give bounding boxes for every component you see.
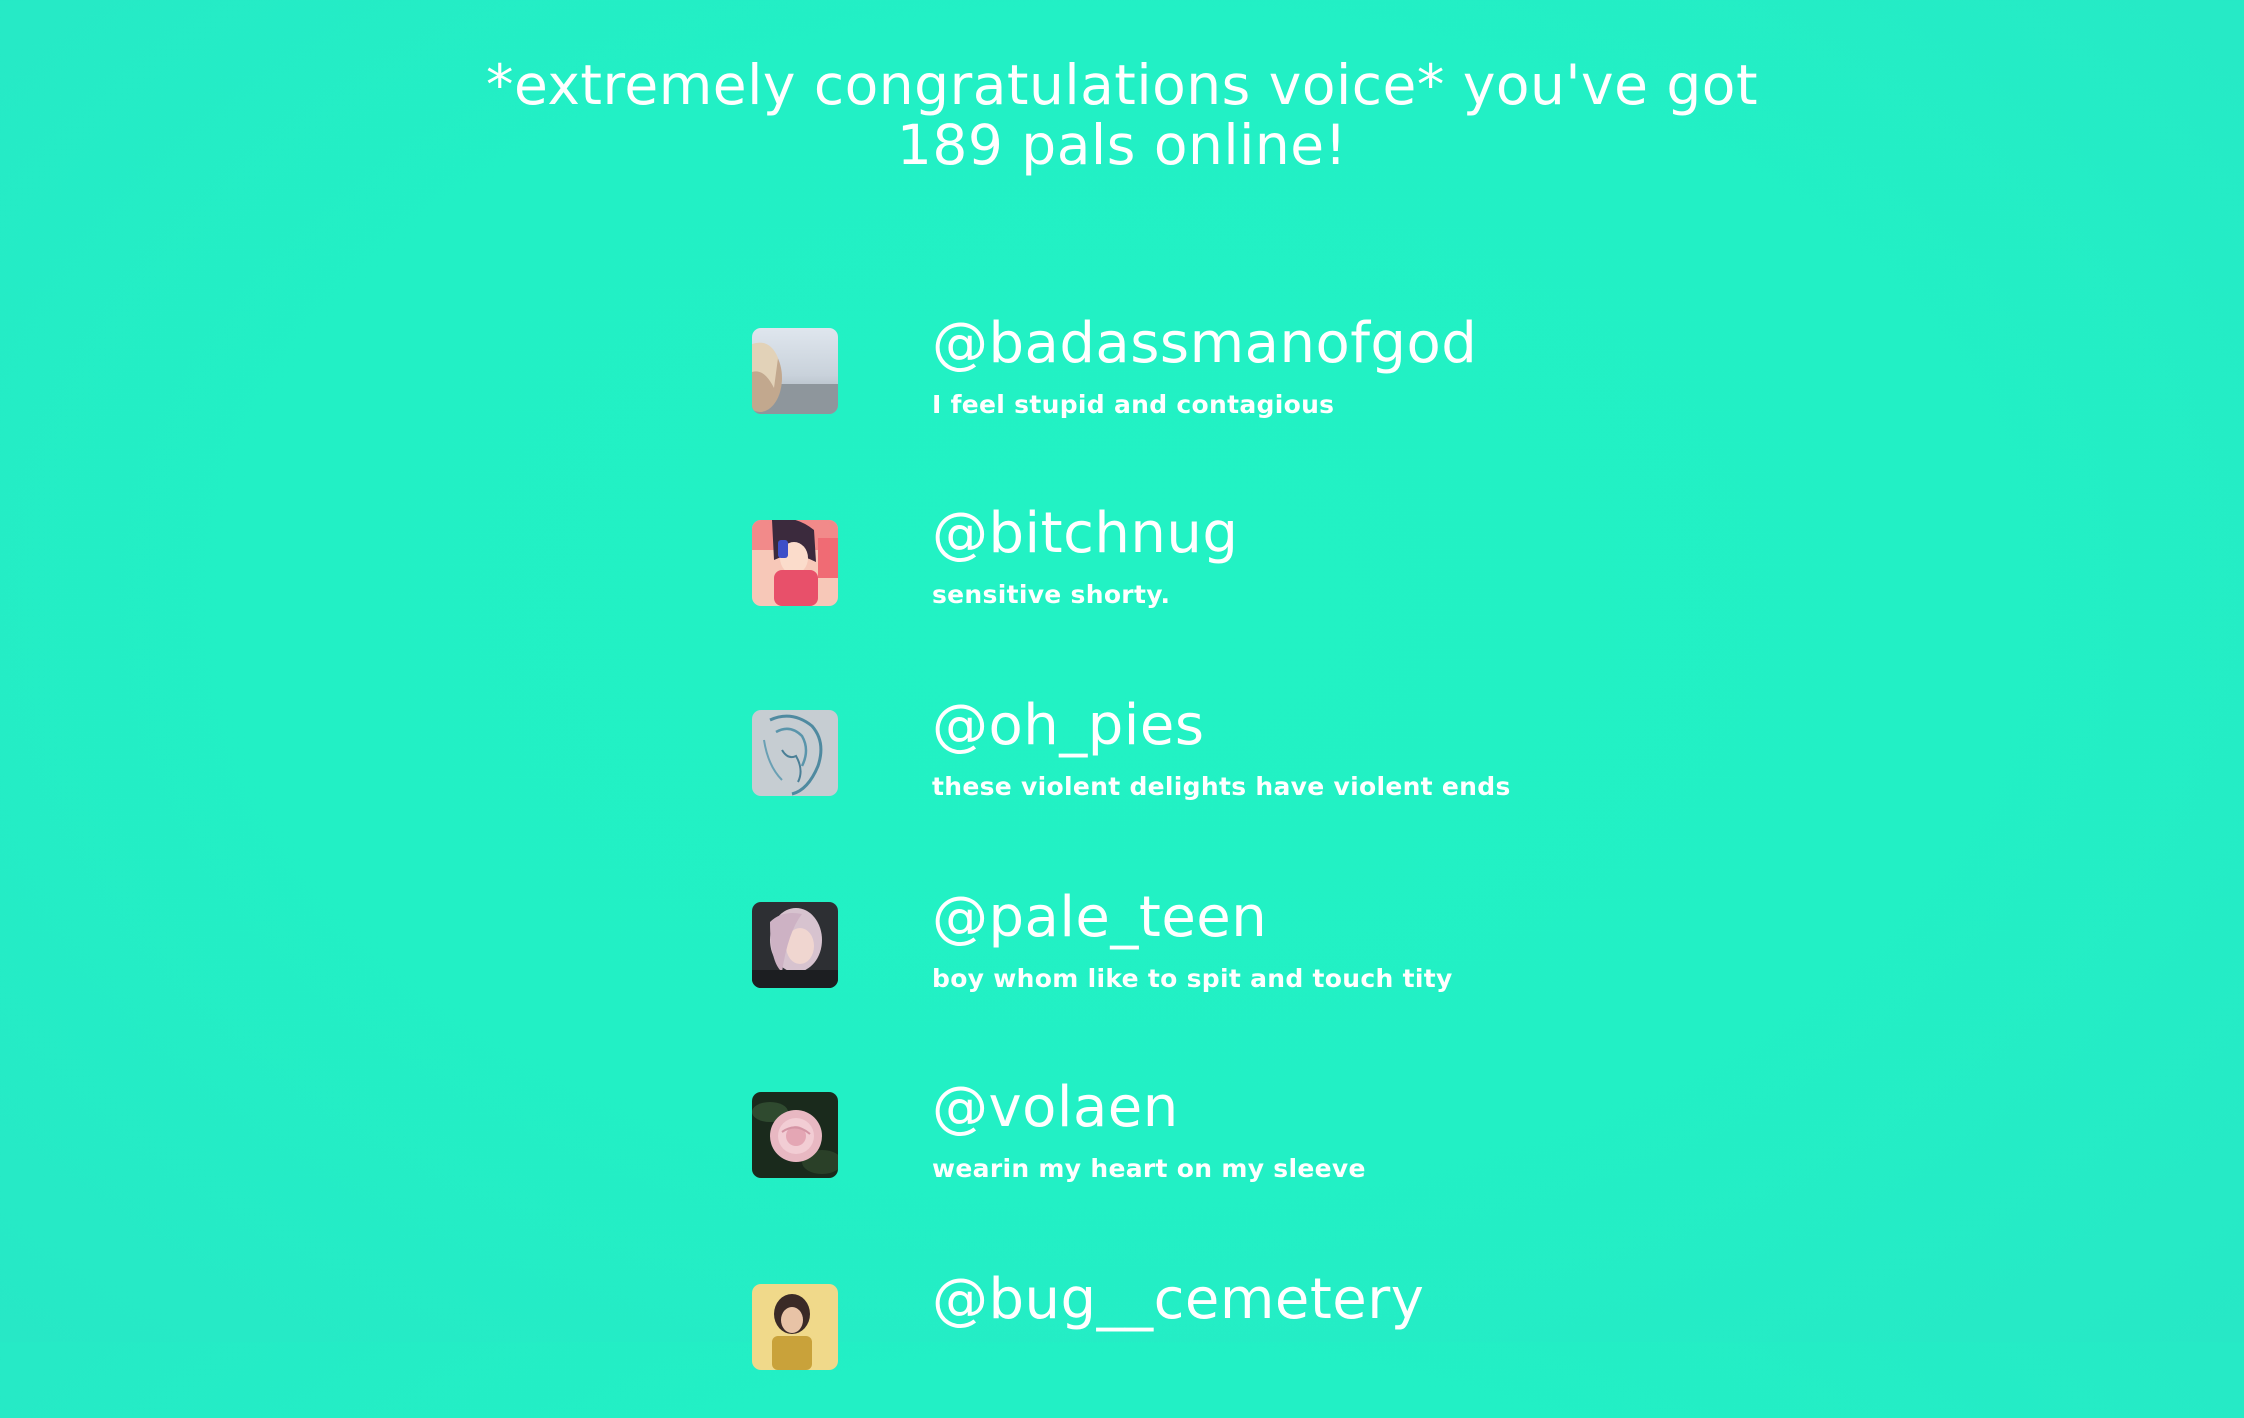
avatar-photo-beach-icon[interactable]: [752, 328, 838, 414]
pal-handle[interactable]: @bitchnug: [932, 502, 1238, 566]
pal-row[interactable]: @bitchnug sensitive shorty.: [752, 502, 1852, 652]
avatar-sketch-icon[interactable]: [752, 710, 838, 796]
avatar-portrait-icon[interactable]: [752, 1284, 838, 1370]
pal-row[interactable]: @bug__cemetery: [752, 1268, 1852, 1418]
pal-handle[interactable]: @volaen: [932, 1076, 1179, 1140]
pal-handle[interactable]: @badassmanofgod: [932, 312, 1477, 376]
pal-handle[interactable]: @pale_teen: [932, 886, 1267, 950]
pal-row[interactable]: @oh_pies these violent delights have vio…: [752, 694, 1852, 844]
pal-bio: these violent delights have violent ends: [932, 772, 1511, 801]
pal-row[interactable]: @volaen wearin my heart on my sleeve: [752, 1076, 1852, 1226]
avatar-rose-icon[interactable]: [752, 1092, 838, 1178]
pal-bio: sensitive shorty.: [932, 580, 1171, 609]
pal-handle[interactable]: @oh_pies: [932, 694, 1205, 758]
pal-bio: boy whom like to spit and touch tity: [932, 964, 1453, 993]
avatar-selfie-icon[interactable]: [752, 902, 838, 988]
pal-handle[interactable]: @bug__cemetery: [932, 1268, 1424, 1332]
pal-row[interactable]: @pale_teen boy whom like to spit and tou…: [752, 886, 1852, 1036]
avatar-anime-girl-icon[interactable]: [752, 520, 838, 606]
pal-row[interactable]: @badassmanofgod I feel stupid and contag…: [752, 312, 1852, 462]
pals-list: @badassmanofgod I feel stupid and contag…: [0, 0, 2244, 1370]
pal-bio: I feel stupid and contagious: [932, 390, 1335, 419]
pal-bio: wearin my heart on my sleeve: [932, 1154, 1366, 1183]
